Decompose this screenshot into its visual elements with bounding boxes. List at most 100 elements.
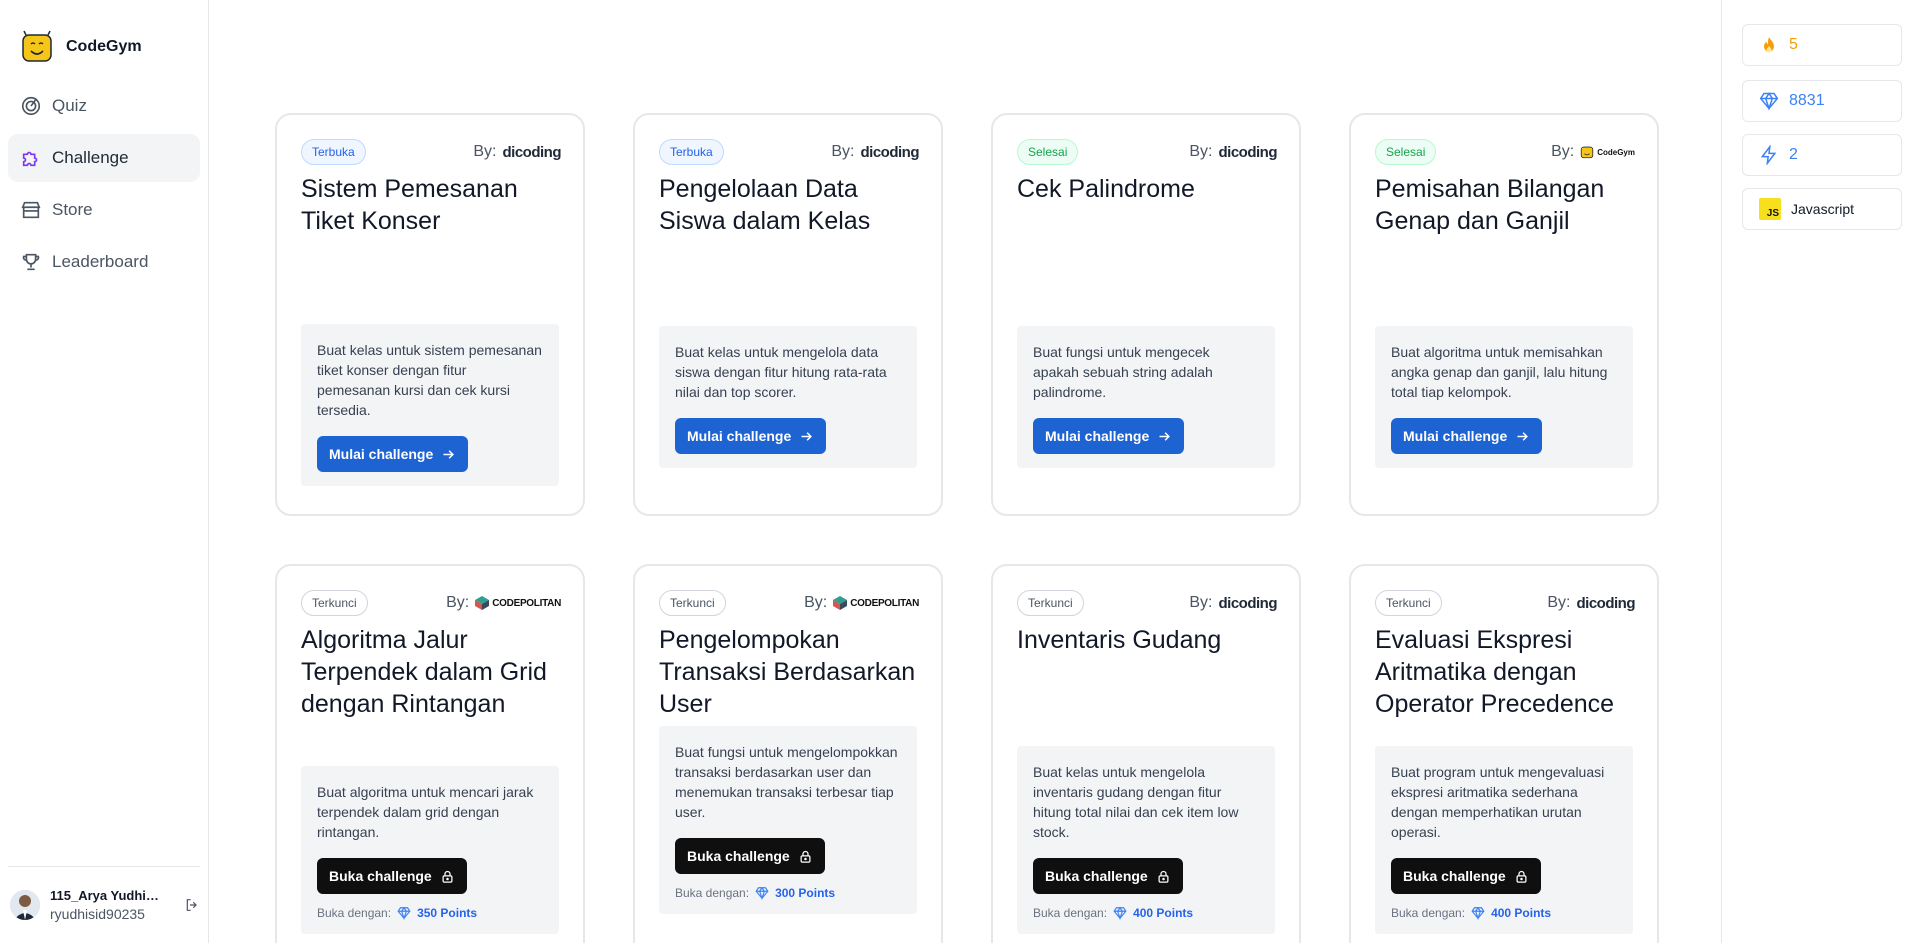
nav-label: Quiz (52, 96, 87, 115)
card-title: Cek Palindrome (1017, 175, 1195, 203)
unlock-challenge-button[interactable]: Buka challenge (675, 838, 825, 874)
nav-item-leaderboard[interactable]: Leaderboard (8, 238, 200, 286)
unlock-points: 300 Points (775, 886, 836, 900)
challenge-card[interactable]: Terkunci By: dicoding Inventaris Gudang … (991, 564, 1301, 943)
card-description: Buat kelas untuk mengelola inventaris gu… (1033, 764, 1239, 840)
diamond-icon (755, 886, 769, 900)
codegym-mini-logo-icon (1581, 146, 1594, 159)
energy-value: 2 (1789, 146, 1798, 163)
challenge-card[interactable]: Selesai By: dicoding Cek Palindrome Buat… (991, 113, 1301, 516)
button-label: Buka challenge (687, 848, 790, 864)
start-challenge-button[interactable]: Mulai challenge (1033, 418, 1185, 454)
button-label: Mulai challenge (1045, 428, 1150, 444)
codepolitan-logo-text: CODEPOLITAN (492, 597, 561, 609)
challenge-card[interactable]: Terbuka By: dicoding Sistem Pemesanan Ti… (275, 113, 585, 516)
unlock-label: Buka dengan: (1391, 906, 1466, 920)
arrow-right-icon (801, 431, 813, 441)
codepolitan-mark-icon (475, 596, 490, 610)
status-badge: Selesai (1017, 139, 1079, 165)
codepolitan-logo: CODEPOLITAN (475, 596, 561, 610)
diamond-icon (1759, 92, 1779, 111)
status-badge: Selesai (1375, 139, 1437, 165)
provider: By: dicoding (831, 143, 919, 161)
codegym-logo-icon (22, 30, 52, 62)
card-title: Pengelompokan Transaksi Berdasarkan User (659, 626, 916, 718)
brand[interactable]: CodeGym (20, 30, 142, 64)
nav-item-store[interactable]: Store (8, 186, 200, 234)
logout-icon[interactable] (184, 896, 200, 914)
button-label: Buka challenge (329, 868, 432, 884)
dicoding-logo: dicoding (1218, 143, 1278, 161)
unlock-challenge-button[interactable]: Buka challenge (317, 858, 467, 894)
card-description: Buat algoritma untuk memisahkan angka ge… (1391, 344, 1608, 400)
brand-name: CodeGym (66, 38, 142, 55)
nav-item-challenge[interactable]: Challenge (8, 134, 200, 182)
dicoding-logo: dicoding (1576, 594, 1636, 612)
user-avatar-icon (10, 890, 40, 920)
fire-icon (1764, 36, 1774, 53)
button-label: Mulai challenge (329, 446, 434, 462)
provider: By: CODEPOLITAN (446, 594, 561, 612)
diamond-icon (1471, 906, 1485, 920)
unlock-points: 400 Points (1491, 906, 1552, 920)
start-challenge-button[interactable]: Mulai challenge (1391, 418, 1543, 454)
avatar[interactable] (10, 890, 40, 920)
card-description: Buat fungsi untuk mengelompokkan transak… (675, 744, 898, 820)
streak-value: 5 (1789, 36, 1798, 53)
status-badge: Terkunci (1017, 590, 1084, 616)
unlock-challenge-button[interactable]: Buka challenge (1033, 858, 1183, 894)
user-profile: 115_Arya Yudhistira ryudhisid90235 (8, 866, 200, 943)
store-icon (21, 201, 41, 219)
gems-value: 8831 (1789, 92, 1825, 109)
button-label: Buka challenge (1045, 868, 1148, 884)
by-label: By: (473, 143, 497, 160)
provider: By: dicoding (1547, 594, 1635, 612)
status-badge: Terkunci (301, 590, 368, 616)
challenge-card[interactable]: Terkunci By: dicoding Evaluasi Ekspresi … (1349, 564, 1659, 943)
dicoding-logo: dicoding (860, 143, 920, 161)
main-nav: Quiz Challenge Store Leaderboard (8, 82, 200, 290)
user-name: 115_Arya Yudhistira (50, 888, 162, 903)
arrow-right-icon (1517, 431, 1529, 441)
challenge-card[interactable]: Terkunci By: CODEPOLITAN Algoritma Jalur… (275, 564, 585, 943)
language-label: Javascript (1791, 201, 1855, 217)
card-description: Buat kelas untuk mengelola data siswa de… (675, 344, 887, 400)
energy-stat[interactable]: 2 (1742, 134, 1902, 176)
nav-item-quiz[interactable]: Quiz (8, 82, 200, 130)
start-challenge-button[interactable]: Mulai challenge (317, 436, 469, 472)
status-badge: Terbuka (301, 139, 366, 165)
card-description: Buat algoritma untuk mencari jarak terpe… (317, 784, 534, 840)
challenge-card[interactable]: Terkunci By: CODEPOLITAN Pengelompokan T… (633, 564, 943, 943)
streak-stat[interactable]: 5 (1742, 24, 1902, 66)
lock-icon (800, 850, 811, 863)
dicoding-logo: dicoding (502, 143, 562, 161)
codegym-provider-logo: CodeGym (1580, 145, 1635, 159)
gems-stat[interactable]: 8831 (1742, 80, 1902, 122)
challenge-card[interactable]: Selesai By: CodeGym Pemisahan Bilangan G… (1349, 113, 1659, 516)
card-title: Algoritma Jalur Terpendek dalam Grid den… (301, 626, 547, 718)
unlock-points: 350 Points (417, 906, 478, 920)
status-badge: Terkunci (659, 590, 726, 616)
card-body: Buat kelas untuk mengelola data siswa de… (659, 326, 917, 468)
arrow-right-icon (1159, 431, 1171, 441)
javascript-icon: JS (1759, 198, 1781, 220)
sidebar: CodeGym Quiz Challenge Store Leaderboard (0, 0, 209, 943)
unlock-challenge-button[interactable]: Buka challenge (1391, 858, 1541, 894)
challenge-card[interactable]: Terbuka By: dicoding Pengelolaan Data Si… (633, 113, 943, 516)
unlock-cost: Buka dengan: 350 Points (317, 906, 543, 920)
card-title: Evaluasi Ekspresi Aritmatika dengan Oper… (1375, 626, 1615, 718)
by-label: By: (1189, 594, 1213, 611)
card-title: Inventaris Gudang (1017, 626, 1222, 654)
provider: By: dicoding (473, 143, 561, 161)
language-selector[interactable]: JS Javascript (1742, 188, 1902, 230)
start-challenge-button[interactable]: Mulai challenge (675, 418, 827, 454)
by-label: By: (1547, 594, 1571, 611)
card-title: Sistem Pemesanan Tiket Konser (301, 175, 518, 235)
card-body: Buat fungsi untuk mengecek apakah sebuah… (1017, 326, 1275, 468)
puzzle-icon (22, 151, 38, 167)
unlock-cost: Buka dengan: 400 Points (1391, 906, 1617, 920)
unlock-cost: Buka dengan: 400 Points (1033, 906, 1259, 920)
status-badge: Terkunci (1375, 590, 1442, 616)
arrow-right-icon (443, 449, 455, 459)
codepolitan-logo-text: CODEPOLITAN (850, 597, 919, 609)
